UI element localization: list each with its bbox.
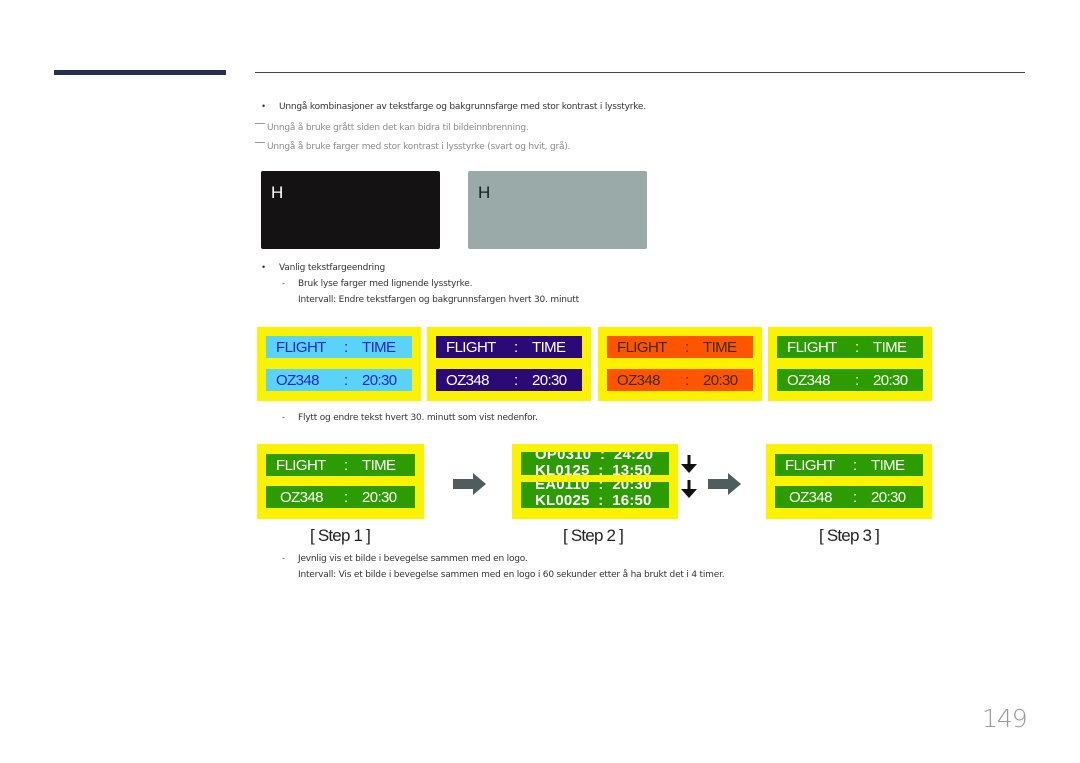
- section3-sub-text: Jevnlig vis et bilde i bevegelse sammen …: [298, 554, 528, 564]
- separator: :: [514, 371, 518, 389]
- page-number: 149: [982, 704, 1028, 733]
- bullet-icon: •: [262, 101, 266, 111]
- flight-value: OZ348: [280, 488, 323, 506]
- flight-label: FLIGHT: [617, 338, 667, 356]
- time-value: 20:30: [873, 371, 908, 389]
- step2-label: [ Step 2 ]: [563, 526, 624, 545]
- step1-label: [ Step 1 ]: [310, 526, 371, 545]
- header-accent-bar: [54, 70, 226, 75]
- flight-label: FLIGHT: [446, 338, 496, 356]
- time-label: TIME: [703, 338, 737, 356]
- flight-label: FLIGHT: [276, 338, 326, 356]
- separator: :: [344, 338, 348, 356]
- sample-letter: H: [271, 183, 284, 202]
- board-data-row: OZ348 : 20:30: [436, 369, 582, 391]
- color-board-orange: FLIGHT : TIME OZ348 : 20:30: [598, 327, 762, 401]
- arrow-right-icon: [708, 473, 741, 495]
- sample-letter: H: [478, 183, 491, 202]
- board-header-row: FLIGHT : TIME: [436, 336, 582, 358]
- separator: :: [855, 371, 859, 389]
- color-board-cyan: FLIGHT : TIME OZ348 : 20:30: [257, 327, 421, 401]
- arrow-down-icon: [681, 455, 697, 473]
- separator: :: [853, 456, 857, 474]
- note-dash-icon: [255, 142, 265, 143]
- scroll-block-1: OP0310 : 24:20 KL0125 : 13:50: [521, 452, 669, 475]
- dash-icon: -: [282, 412, 285, 422]
- flight-value: OZ348: [617, 371, 660, 389]
- arrow-right-icon: [453, 473, 486, 495]
- separator: :: [685, 338, 689, 356]
- board-data-row: OZ348 : 20:30: [607, 369, 753, 391]
- time-label: TIME: [873, 338, 907, 356]
- time-value: 20:30: [532, 371, 567, 389]
- flight-label: FLIGHT: [787, 338, 837, 356]
- flight-value: OZ348: [446, 371, 489, 389]
- note-dash-icon: [255, 123, 265, 124]
- board-header-row: FLIGHT : TIME: [266, 454, 415, 476]
- note-text-1: Unngå å bruke grått siden det kan bidra …: [267, 123, 529, 133]
- flight-value: OZ348: [789, 488, 832, 506]
- flight-value: OZ348: [276, 371, 319, 389]
- board-data-row: OZ348 : 20:30: [775, 486, 923, 508]
- separator: :: [344, 456, 348, 474]
- dash-icon: -: [282, 278, 285, 288]
- header-divider: [255, 72, 1025, 73]
- board-header-row: FLIGHT : TIME: [266, 336, 412, 358]
- time-label: TIME: [532, 338, 566, 356]
- scroll-line: KL0125 : 13:50: [535, 462, 652, 475]
- intro-bullet-text: Unngå kombinasjoner av tekstfarge og bak…: [279, 102, 646, 112]
- time-value: 20:30: [362, 488, 397, 506]
- time-label: TIME: [871, 456, 905, 474]
- section1-interval-text: Intervall: Endre tekstfargen og bakgrunn…: [298, 295, 579, 305]
- separator: :: [514, 338, 518, 356]
- time-value: 20:30: [871, 488, 906, 506]
- time-label: TIME: [362, 338, 396, 356]
- grey-contrast-sample: H: [468, 171, 647, 249]
- color-board-green: FLIGHT : TIME OZ348 : 20:30: [768, 327, 932, 401]
- note-text-2: Unngå å bruke farger med stor kontrast i…: [267, 142, 571, 152]
- section3-interval-text: Intervall: Vis et bilde i bevegelse samm…: [298, 570, 725, 580]
- separator: :: [853, 488, 857, 506]
- board-header-row: FLIGHT : TIME: [607, 336, 753, 358]
- board-header-row: FLIGHT : TIME: [777, 336, 923, 358]
- time-value: 20:30: [703, 371, 738, 389]
- step3-board: FLIGHT : TIME OZ348 : 20:30: [766, 444, 932, 519]
- time-label: TIME: [362, 456, 396, 474]
- separator: :: [685, 371, 689, 389]
- color-board-purple: FLIGHT : TIME OZ348 : 20:30: [427, 327, 591, 401]
- board-data-row: OZ348 : 20:30: [266, 369, 412, 391]
- board-data-row: OZ348 : 20:30: [777, 369, 923, 391]
- step2-board: OP0310 : 24:20 KL0125 : 13:50 EA0110 : 2…: [512, 444, 678, 519]
- board-header-row: FLIGHT : TIME: [775, 454, 923, 476]
- arrow-down-icon: [681, 480, 697, 498]
- section1-sub-text: Bruk lyse farger med lignende lysstyrke.: [298, 279, 473, 289]
- bullet-icon: •: [262, 262, 266, 272]
- board-data-row: OZ348 : 20:30: [266, 486, 415, 508]
- flight-label: FLIGHT: [785, 456, 835, 474]
- flight-label: FLIGHT: [276, 456, 326, 474]
- flight-value: OZ348: [787, 371, 830, 389]
- scroll-line: KL0025 : 16:50: [535, 492, 652, 508]
- dark-contrast-sample: H: [261, 171, 440, 249]
- time-value: 20:30: [362, 371, 397, 389]
- step3-label: [ Step 3 ]: [819, 526, 880, 545]
- section1-bullet-text: Vanlig tekstfargeendring: [279, 263, 385, 273]
- separator: :: [344, 488, 348, 506]
- dash-icon: -: [282, 553, 285, 563]
- scroll-block-2: EA0110 : 20:30 KL0025 : 16:50: [521, 482, 669, 508]
- separator: :: [344, 371, 348, 389]
- section2-sub-text: Flytt og endre tekst hvert 30. minutt so…: [298, 413, 538, 423]
- step1-board: FLIGHT : TIME OZ348 : 20:30: [257, 444, 424, 519]
- separator: :: [855, 338, 859, 356]
